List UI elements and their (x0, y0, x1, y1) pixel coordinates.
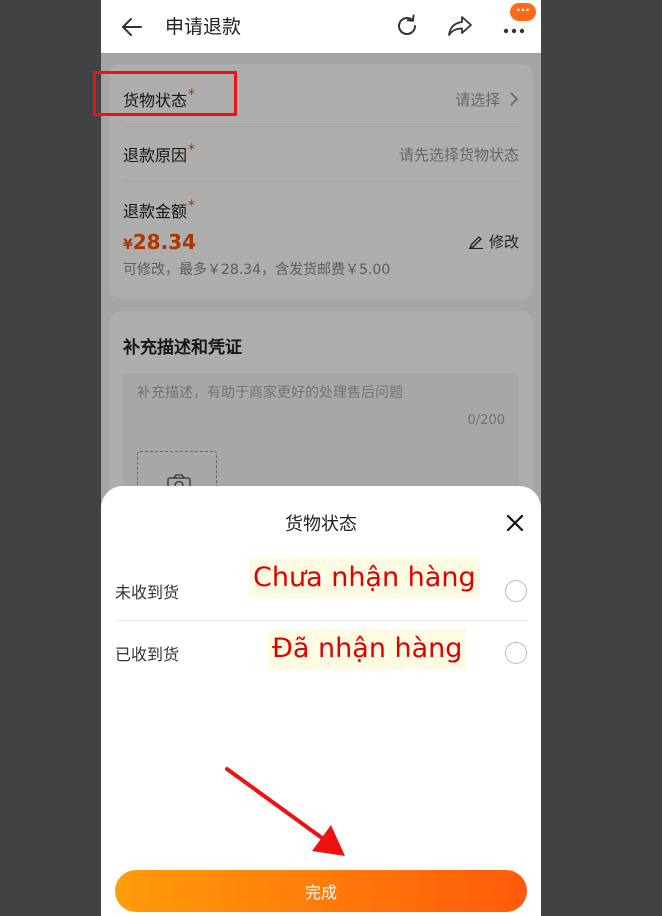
option-label: 未收到货 (115, 583, 180, 602)
phone-screen: 申请退款 ··· 货物状态* 请选择 退款原因* 请先选择货物状态 退款金额* … (101, 0, 541, 916)
page-title: 申请退款 (165, 16, 242, 38)
radio-button[interactable] (505, 642, 527, 664)
highlight-box (93, 71, 237, 116)
share-icon[interactable] (446, 13, 474, 39)
confirm-button[interactable]: 完成 (115, 870, 527, 912)
sheet-title: 货物状态 (285, 514, 357, 535)
top-bar: 申请退款 ··· (101, 0, 541, 54)
annotation-not-received: Chưa nhận hàng (249, 558, 480, 598)
arrow-left-icon[interactable] (119, 14, 145, 40)
annotation-received: Đã nhận hàng (268, 629, 467, 669)
goods-status-sheet: 货物状态 未收到货 已收到货 Chưa nhận hàng Đã nhận hà… (101, 486, 541, 916)
close-icon[interactable] (503, 511, 527, 535)
refresh-icon[interactable] (394, 13, 420, 39)
notification-badge: ··· (510, 3, 536, 21)
radio-button[interactable] (505, 580, 527, 602)
option-label: 已收到货 (115, 645, 180, 664)
